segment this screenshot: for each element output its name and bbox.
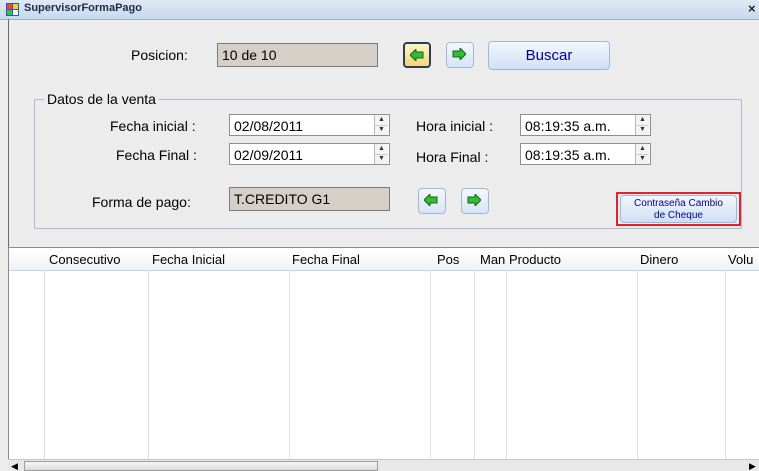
col-fecha-inicial[interactable]: Fecha Inicial xyxy=(152,252,225,267)
fecha-inicial-value: 02/08/2011 xyxy=(234,118,304,134)
spin-down-icon[interactable]: ▼ xyxy=(636,154,649,164)
spin-down-icon[interactable]: ▼ xyxy=(375,125,388,135)
buscar-button[interactable]: Buscar xyxy=(488,41,610,70)
scroll-right-icon[interactable]: ▶ xyxy=(749,461,756,471)
hora-inicial-spinner[interactable]: ▲ ▼ xyxy=(635,115,649,135)
hora-final-label: Hora Final : xyxy=(416,149,489,165)
grid-header: Consecutivo Fecha Inicial Fecha Final Po… xyxy=(9,248,759,271)
datos-venta-title: Datos de la venta xyxy=(44,91,159,107)
spin-down-icon[interactable]: ▼ xyxy=(375,154,388,164)
fecha-final-label: Fecha Final : xyxy=(116,147,197,163)
prev-record-button[interactable] xyxy=(403,42,431,68)
hora-final-field[interactable]: 08:19:35 a.m. ▲ ▼ xyxy=(520,143,651,165)
col-consecutivo[interactable]: Consecutivo xyxy=(49,252,121,267)
scroll-thumb[interactable] xyxy=(24,461,378,471)
grid-divider xyxy=(289,270,290,460)
grid-divider xyxy=(506,270,507,460)
hora-inicial-label: Hora inicial : xyxy=(416,118,494,134)
next-forma-pago-button[interactable] xyxy=(461,188,489,214)
app-icon xyxy=(6,3,19,16)
hora-final-value: 08:19:35 a.m. xyxy=(525,147,611,163)
data-grid[interactable]: Consecutivo Fecha Inicial Fecha Final Po… xyxy=(8,247,759,460)
fecha-inicial-spinner[interactable]: ▲ ▼ xyxy=(374,115,388,135)
grid-divider xyxy=(725,270,726,460)
fecha-final-spinner[interactable]: ▲ ▼ xyxy=(374,144,388,164)
grid-divider xyxy=(474,270,475,460)
hora-inicial-value: 08:19:35 a.m. xyxy=(525,118,611,134)
col-dinero[interactable]: Dinero xyxy=(640,252,678,267)
posicion-label: Posicion: xyxy=(131,47,188,63)
arrow-left-icon xyxy=(410,49,424,61)
arrow-right-icon xyxy=(452,48,466,60)
horizontal-scrollbar[interactable]: ◀ ▶ xyxy=(8,459,759,471)
fecha-inicial-label: Fecha inicial : xyxy=(110,118,196,134)
col-pos[interactable]: Pos xyxy=(437,252,459,267)
arrow-right-icon xyxy=(467,194,481,206)
hora-inicial-field[interactable]: 08:19:35 a.m. ▲ ▼ xyxy=(520,114,651,136)
left-border xyxy=(8,19,9,247)
highlight-box xyxy=(616,192,741,226)
scroll-left-icon[interactable]: ◀ xyxy=(11,461,18,471)
posicion-field: 10 de 10 xyxy=(217,43,378,67)
col-fecha-final[interactable]: Fecha Final xyxy=(292,252,360,267)
title-bar[interactable]: SupervisorFormaPago × xyxy=(0,0,759,20)
window-title: SupervisorFormaPago xyxy=(24,2,142,14)
close-icon[interactable]: × xyxy=(748,1,756,16)
col-man[interactable]: Man xyxy=(480,252,505,267)
arrow-left-icon xyxy=(424,194,438,206)
window: SupervisorFormaPago × Posicion: 10 de 10… xyxy=(0,0,759,471)
col-producto[interactable]: Producto xyxy=(509,252,561,267)
prev-forma-pago-button[interactable] xyxy=(418,188,446,214)
forma-pago-field: T.CREDITO G1 xyxy=(229,187,390,211)
fecha-final-value: 02/09/2011 xyxy=(234,147,304,163)
spin-down-icon[interactable]: ▼ xyxy=(636,125,649,135)
grid-divider xyxy=(637,270,638,460)
hora-final-spinner[interactable]: ▲ ▼ xyxy=(635,144,649,164)
grid-divider xyxy=(44,270,45,460)
fecha-inicial-field[interactable]: 02/08/2011 ▲ ▼ xyxy=(229,114,390,136)
grid-divider xyxy=(148,270,149,460)
forma-pago-label: Forma de pago: xyxy=(92,194,191,210)
col-volu[interactable]: Volu xyxy=(728,252,753,267)
next-record-button[interactable] xyxy=(446,42,474,68)
grid-divider xyxy=(430,270,431,460)
fecha-final-field[interactable]: 02/09/2011 ▲ ▼ xyxy=(229,143,390,165)
